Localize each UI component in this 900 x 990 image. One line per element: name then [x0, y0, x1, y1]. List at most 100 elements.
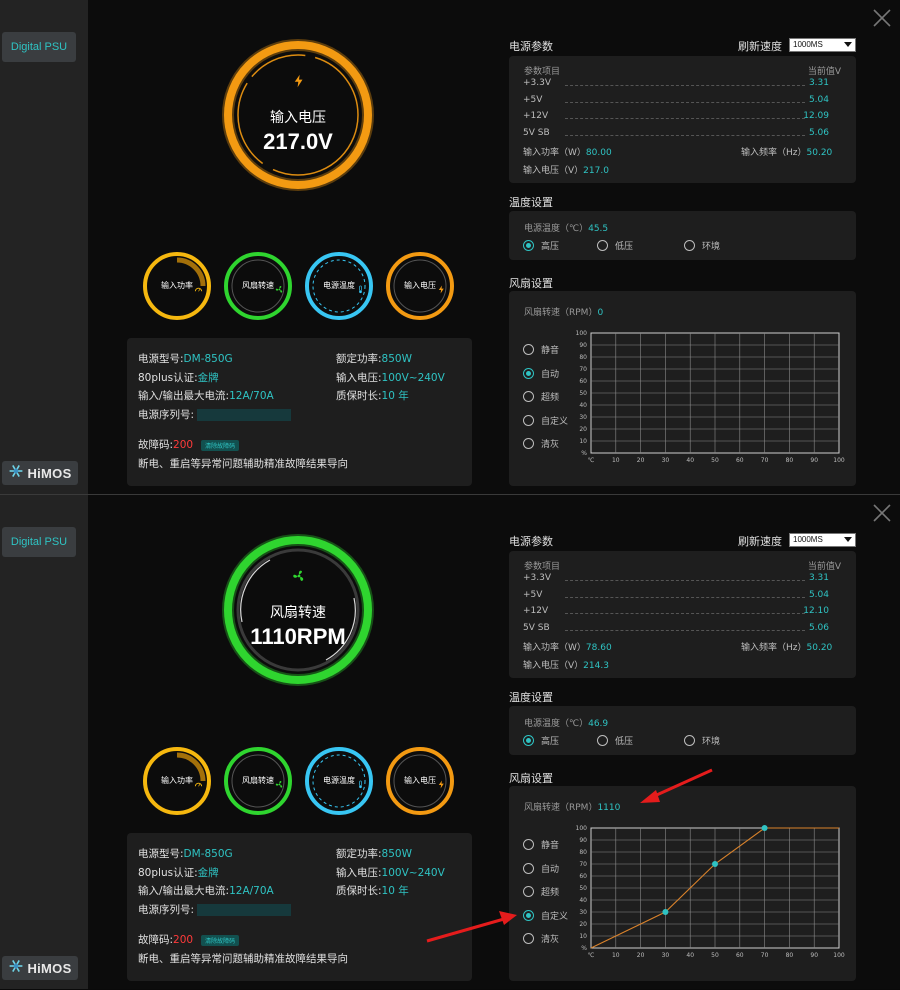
close-icon	[873, 504, 891, 522]
chart-y-tick-label: 40	[579, 402, 587, 409]
refresh-rate-select[interactable]: 1000MS	[789, 533, 856, 547]
sidebar: Digital PSU HiMOS	[0, 0, 88, 494]
input-power-label: 输入功率（W）	[523, 643, 586, 653]
fault-code-label: 故障码:	[138, 934, 174, 946]
chart-x-tick-label: 50	[711, 457, 719, 464]
info-warranty: 质保时长:10 年	[336, 388, 409, 403]
mini-gauge-2[interactable]: 风扇转速	[223, 251, 293, 321]
snowflake-icon	[8, 463, 24, 483]
input-voltage-value: 214.3	[583, 661, 609, 671]
refresh-rate-select[interactable]: 1000MS	[789, 38, 856, 52]
chart-x-tick-label: 40	[686, 952, 694, 959]
info-note: 断电、重启等异常问题辅助精准故障结果导向	[138, 951, 348, 966]
fan-mode-option[interactable]: 自定义	[523, 909, 568, 922]
params-row-leader	[565, 613, 805, 614]
temp-option[interactable]: 高压	[523, 239, 559, 252]
radio-icon	[523, 367, 534, 379]
info-max-current-label: 输入/输出最大电流:	[138, 885, 230, 897]
chart-y-tick-label: 70	[579, 861, 587, 868]
fan-mode-option[interactable]: 自动	[523, 367, 559, 380]
radio-icon	[523, 886, 534, 897]
input-voltage-label: 输入电压（V）	[523, 166, 584, 176]
fan-curve-chart[interactable]: ℃ 10 20 30 40 50 60 70 80 90 100% 10 20 30 40 50 60 70 80 9…	[569, 821, 851, 971]
info-rated-power-value: 850W	[381, 848, 412, 860]
refresh-rate-label: 刷新速度	[738, 40, 782, 53]
fault-code-value: 200	[173, 439, 194, 451]
params-card: 参数项目 当前值V +3.3V 3.31 +5V 5.04 +12V 12.09 5V SB 5.…	[509, 56, 856, 183]
info-model: 电源型号:DM-850G	[138, 846, 233, 861]
temp-option-label: 环境	[702, 242, 721, 252]
fan-curve-point[interactable]	[662, 909, 669, 915]
sidebar-item-digital-psu[interactable]: Digital PSU	[2, 32, 76, 62]
info-serial: 电源序列号:	[138, 902, 292, 917]
sidebar-item-digital-psu[interactable]: Digital PSU	[2, 527, 76, 557]
params-row-leader	[565, 101, 805, 103]
info-serial-label: 电源序列号:	[138, 409, 195, 421]
fan-curve-chart[interactable]: ℃ 10 20 30 40 50 60 70 80 90 100% 10 20 30 40 50 60 70 80 9…	[569, 326, 851, 476]
temp-option[interactable]: 高压	[523, 734, 559, 747]
fan-mode-option[interactable]: 超频	[523, 885, 559, 898]
params-row-leader	[565, 85, 805, 86]
fan-mode-option[interactable]: 清灰	[523, 932, 559, 945]
temp-option[interactable]: 低压	[597, 239, 633, 252]
radio-icon	[523, 414, 534, 426]
fan-icon	[275, 279, 284, 298]
params-row-label: +3.3V	[523, 573, 552, 583]
fan-speed-label: 风扇转速（RPM）	[524, 803, 598, 813]
fan-mode-label: 清灰	[541, 935, 560, 945]
temp-option[interactable]: 环境	[684, 239, 720, 252]
main-gauge-value: 1110RPM	[250, 624, 346, 649]
chart-y-tick-label: 100	[576, 825, 588, 832]
fan-mode-label: 静音	[541, 346, 560, 356]
fan-mode-option[interactable]: 静音	[523, 343, 559, 356]
chart-x-tick-label: 70	[761, 952, 769, 959]
params-row-value: 3.31	[808, 573, 829, 583]
mini-gauge-1[interactable]: 输入功率	[142, 251, 212, 321]
mini-gauge-1[interactable]: 输入功率	[142, 746, 212, 816]
info-input-voltage-label: 输入电压:	[336, 867, 382, 879]
input-voltage-value: 217.0	[583, 166, 609, 176]
temp-option[interactable]: 环境	[684, 734, 720, 747]
main-gauge-title: 风扇转速	[270, 605, 326, 621]
info-rated-power-label: 额定功率:	[336, 353, 382, 365]
fan-speed-value: 0	[597, 308, 604, 318]
psu-info-card: 电源型号:DM-850G 额定功率:850W 80plus认证:金牌 输入电压:100…	[127, 833, 472, 981]
close-button[interactable]	[872, 8, 892, 28]
fan-mode-option[interactable]: 超频	[523, 390, 559, 403]
temp-option[interactable]: 低压	[597, 734, 633, 747]
temp-card: 电源温度（℃）46.9 高压 低压 环境	[509, 706, 856, 755]
params-card: 参数项目 当前值V +3.3V 3.31 +5V 5.04 +12V 12.10 5V SB 5.…	[509, 551, 856, 678]
fault-code-value: 200	[173, 934, 194, 946]
mini-gauge-2[interactable]: 风扇转速	[223, 746, 293, 816]
clear-fault-button[interactable]: 清除故障码	[201, 439, 240, 451]
radio-icon	[523, 839, 534, 850]
mini-gauge-4[interactable]: 输入电压	[385, 746, 455, 816]
info-max-current-label: 输入/输出最大电流:	[138, 390, 230, 402]
chart-y-tick-label: 10	[579, 438, 587, 445]
params-row: +12V 12.10	[523, 606, 845, 620]
params-row-value: 5.04	[808, 589, 829, 600]
red-arrow-icon	[640, 768, 713, 803]
clear-fault-button[interactable]: 清除故障码	[201, 934, 240, 946]
fan-mode-option[interactable]: 自定义	[523, 414, 568, 427]
fan-mode-option[interactable]: 自动	[523, 862, 559, 875]
brand-logo: HiMOS	[2, 461, 78, 485]
mini-gauge-4[interactable]: 输入电压	[385, 251, 455, 321]
thermometer-icon	[356, 774, 365, 793]
fan-mode-label: 清灰	[541, 440, 560, 450]
chart-x-tick-label: 80	[786, 952, 794, 959]
info-warranty-label: 质保时长:	[336, 390, 382, 402]
info-rated-power-label: 额定功率:	[336, 848, 382, 860]
mini-gauge-3[interactable]: 电源温度	[304, 251, 374, 321]
close-button[interactable]	[872, 503, 892, 523]
fan-curve-point[interactable]	[761, 825, 768, 831]
chart-y-tick-label: 40	[579, 897, 587, 904]
radio-icon	[523, 391, 534, 402]
chart-y-tick-label: 60	[579, 873, 587, 880]
fan-mode-option[interactable]: 清灰	[523, 437, 559, 450]
fan-mode-option[interactable]: 静音	[523, 838, 559, 851]
chart-y-tick-label: 70	[579, 366, 587, 373]
fan-curve-point[interactable]	[712, 861, 718, 867]
chart-x-tick-label: 20	[637, 952, 645, 959]
mini-gauge-3[interactable]: 电源温度	[304, 746, 374, 816]
